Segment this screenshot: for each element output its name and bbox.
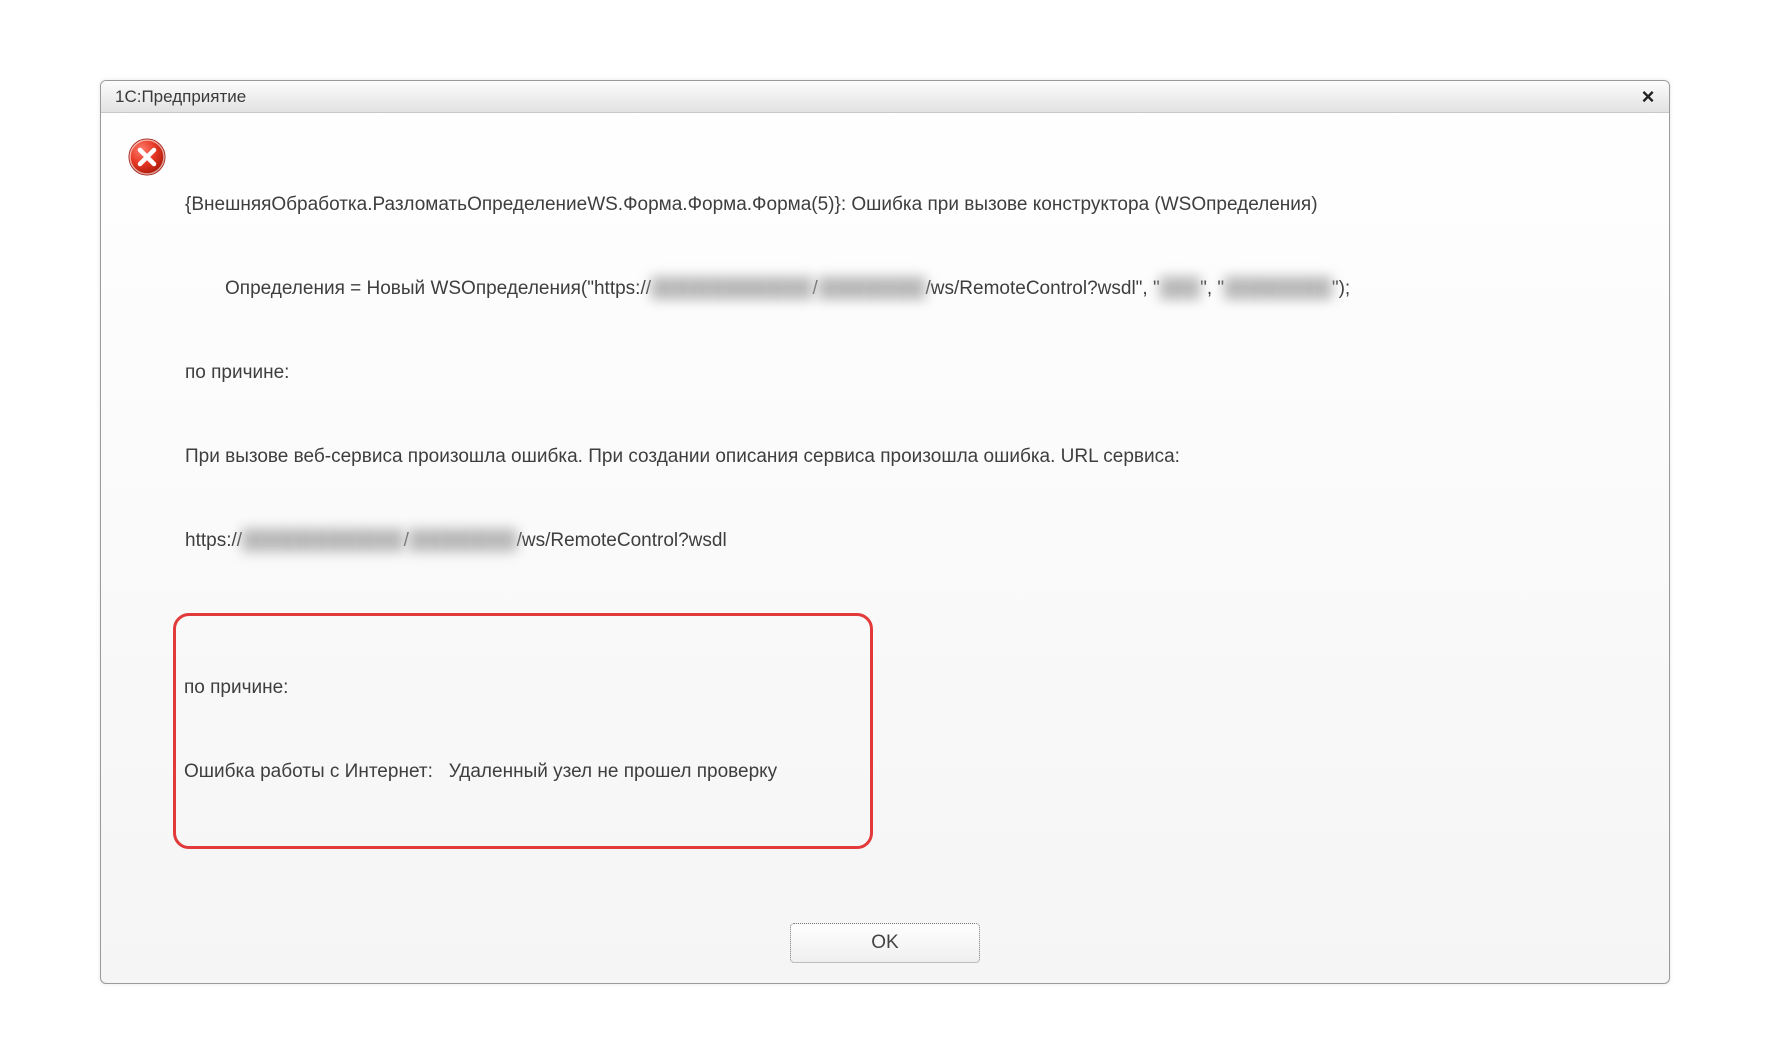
dialog-titlebar: 1С:Предприятие × [101,81,1669,113]
error-icon [127,137,167,177]
dialog-content: {ВнешняяОбработка.РазломатьОпределениеWS… [127,135,1643,905]
message-line-2: Определения = Новый WSОпределения("https… [185,275,1643,303]
dialog-body: {ВнешняяОбработка.РазломатьОпределениеWS… [101,113,1669,983]
error-message: {ВнешняяОбработка.РазломатьОпределениеWS… [185,135,1643,905]
highlighted-line-1: по причине: [184,674,860,702]
message-line-4: При вызове веб-сервиса произошла ошибка.… [185,443,1643,471]
error-dialog: 1С:Предприятие × [100,80,1670,984]
redacted-text: ███ [1160,275,1200,303]
redacted-text: ████████ [409,527,517,555]
highlighted-line-2: Ошибка работы с Интернет: Удаленный узел… [184,758,860,786]
redacted-text: ████████████ [242,527,404,555]
message-line-1: {ВнешняяОбработка.РазломатьОпределениеWS… [185,191,1643,219]
redacted-text: ████████ [1224,275,1332,303]
redacted-text: ████████ [818,275,926,303]
highlighted-error: по причине: Ошибка работы с Интернет: Уд… [173,613,873,849]
close-icon[interactable]: × [1637,86,1659,108]
dialog-title: 1С:Предприятие [115,87,246,107]
button-row: OK [127,923,1643,963]
message-line-5: https://████████████/████████/ws/RemoteC… [185,527,1643,555]
ok-button[interactable]: OK [790,923,980,963]
message-line-3: по причине: [185,359,1643,387]
redacted-text: ████████████ [651,275,813,303]
